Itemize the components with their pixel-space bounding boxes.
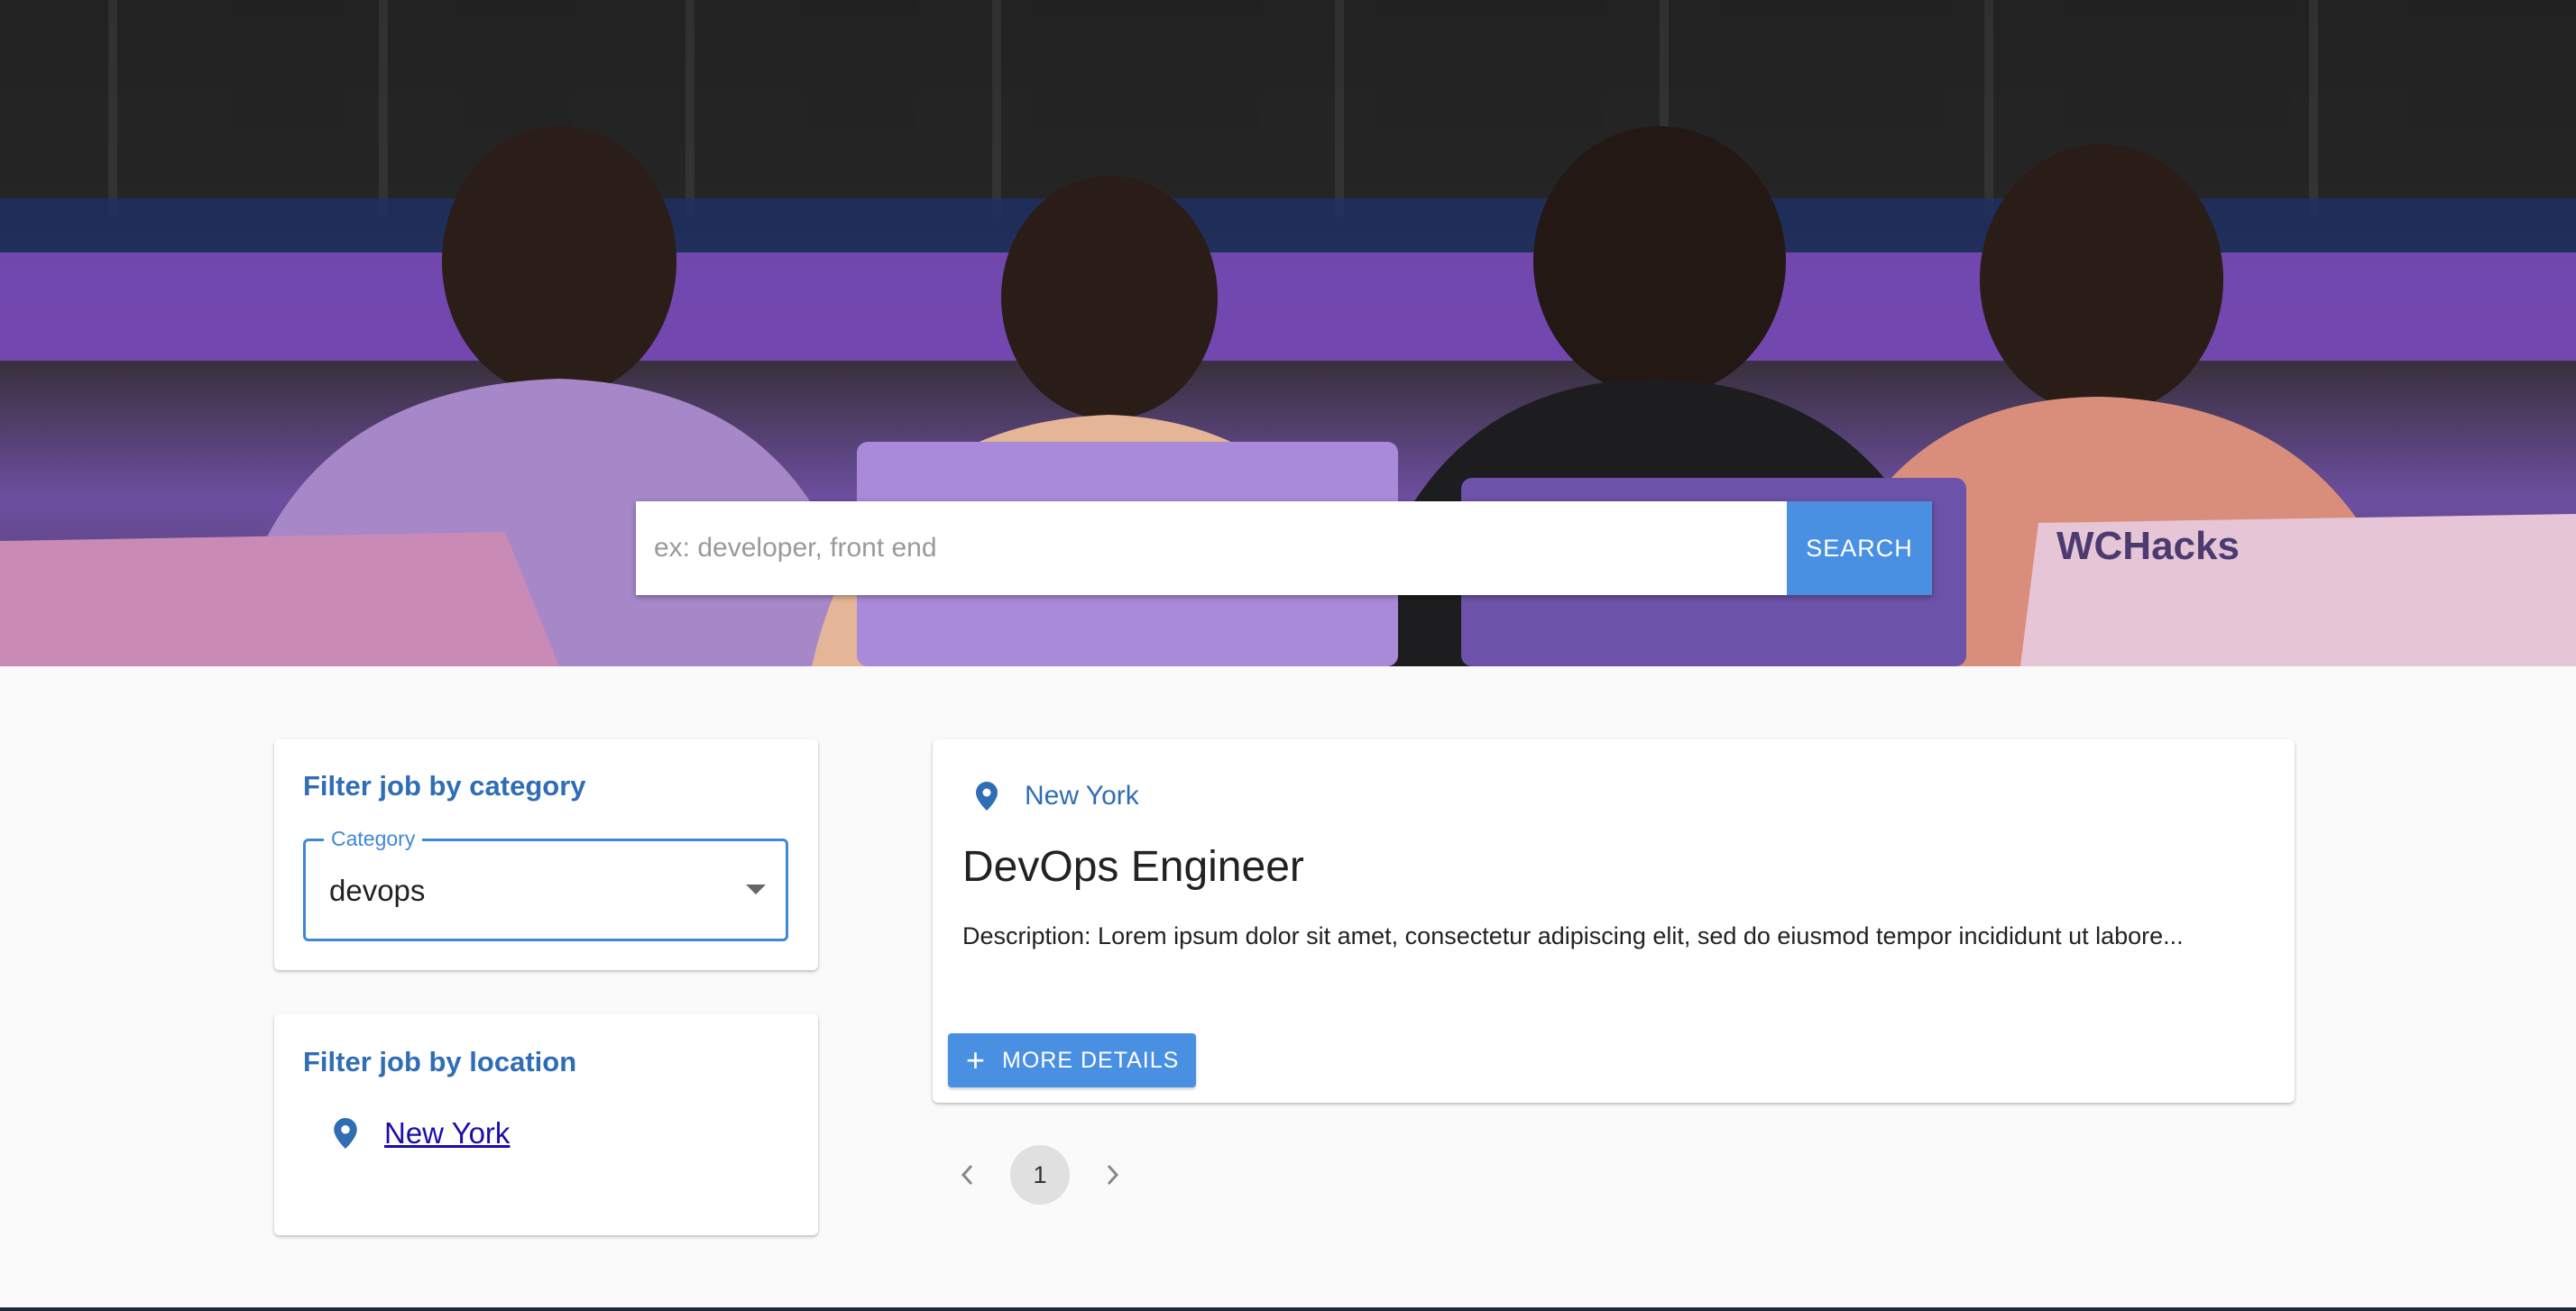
job-location-text: New York	[1025, 781, 1139, 811]
location-pin-icon	[976, 782, 998, 811]
job-title: DevOps Engineer	[962, 843, 1304, 891]
location-link-new-york[interactable]: New York	[384, 1116, 510, 1151]
search-bar: SEARCH	[636, 501, 1932, 595]
search-button[interactable]: SEARCH	[1787, 501, 1932, 595]
category-select-label: Category	[324, 827, 423, 851]
more-details-label: MORE DETAILS	[1002, 1047, 1180, 1073]
location-filter-title: Filter job by location	[303, 1046, 577, 1077]
search-input[interactable]	[636, 501, 1787, 595]
svg-text:WCHacks: WCHacks	[2056, 524, 2240, 568]
job-card: New York DevOps Engineer Description: Lo…	[933, 739, 2295, 1103]
chevron-left-icon[interactable]	[949, 1157, 985, 1193]
job-location: New York	[976, 781, 1139, 811]
category-select[interactable]: Category devops	[303, 827, 788, 941]
category-filter-title: Filter job by category	[303, 770, 586, 802]
category-filter-card: Filter job by category Category devops	[274, 739, 818, 970]
location-filter-card: Filter job by location New York	[274, 1013, 818, 1235]
footer-divider	[0, 1307, 2576, 1311]
page-button-1[interactable]: 1	[1010, 1145, 1070, 1205]
chevron-right-icon[interactable]	[1095, 1157, 1131, 1193]
location-pin-icon	[334, 1118, 357, 1149]
caret-down-icon	[746, 885, 766, 894]
job-description: Description: Lorem ipsum dolor sit amet,…	[962, 922, 2184, 949]
hero-banner: WCHacks SEARCH	[0, 0, 2576, 666]
location-filter-item: New York	[334, 1116, 510, 1151]
pagination: 1	[949, 1145, 1131, 1205]
category-select-value: devops	[329, 874, 426, 907]
more-details-button[interactable]: + MORE DETAILS	[948, 1033, 1196, 1087]
plus-icon: +	[966, 1041, 987, 1078]
